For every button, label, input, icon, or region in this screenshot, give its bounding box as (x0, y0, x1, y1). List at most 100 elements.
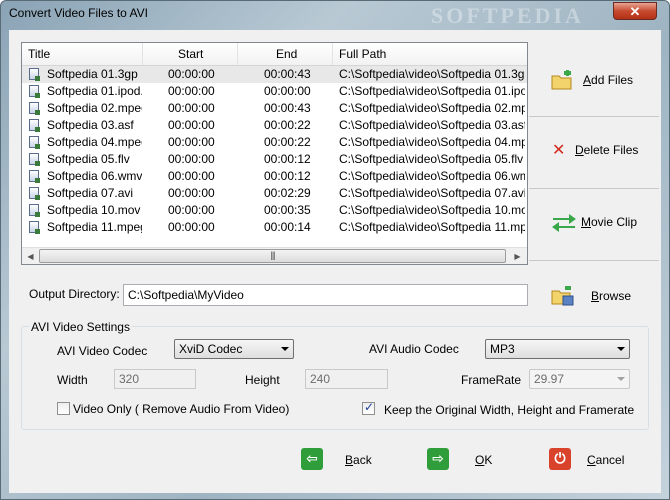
row-title: Softpedia 03.asf (47, 118, 134, 132)
video-file-icon (29, 204, 40, 217)
table-row[interactable]: Softpedia 04.mpeg 00:00:00 00:00:22 C:\Soft… (22, 134, 527, 151)
row-end: 00:00:43 (264, 101, 311, 115)
video-only-checkbox[interactable] (57, 402, 70, 415)
audio-codec-label: AVI Audio Codec (369, 342, 459, 356)
ok-label: K (484, 453, 493, 467)
row-start: 00:00:00 (168, 135, 215, 149)
softpedia-watermark: SOFTPEDIA (431, 3, 584, 28)
avi-settings-title: AVI Video Settings (29, 320, 132, 334)
back-label: ack (353, 453, 372, 467)
row-full-path: C:\Softpedia\video\Softpedia 02.mpeg (339, 101, 525, 115)
close-button[interactable]: ✕ (613, 2, 657, 20)
video-file-icon (29, 68, 40, 81)
height-label: Height (245, 373, 280, 387)
scroll-right-arrow-icon[interactable]: ▶ (509, 248, 526, 264)
row-start: 00:00:00 (168, 220, 215, 234)
browse-button[interactable]: Browse (551, 285, 651, 306)
delete-files-accel: D (575, 143, 584, 157)
row-end: 00:00:43 (264, 67, 311, 81)
row-end: 00:00:22 (264, 135, 311, 149)
row-start: 00:00:00 (168, 203, 215, 217)
keep-original-label[interactable]: Keep the Original Width, Height and Fram… (384, 403, 634, 417)
row-full-path: C:\Softpedia\video\Softpedia 01.ipod... (339, 84, 525, 98)
row-full-path: C:\Softpedia\video\Softpedia 05.flv (339, 152, 524, 166)
video-file-icon (29, 221, 40, 234)
row-start: 00:00:00 (168, 118, 215, 132)
ok-button[interactable]: ⇨ OK (427, 448, 497, 472)
video-codec-value: XviD Codec (179, 342, 243, 356)
video-file-icon (29, 136, 40, 149)
movie-clip-button[interactable]: Movie Clip (551, 212, 651, 232)
row-end: 00:00:22 (264, 118, 311, 132)
forward-arrow-icon: ⇨ (427, 448, 449, 470)
row-end: 00:00:35 (264, 203, 311, 217)
column-header-end[interactable]: End (238, 43, 333, 65)
row-full-path: C:\Softpedia\video\Softpedia 03.asf (339, 118, 525, 132)
video-file-icon (29, 102, 40, 115)
audio-codec-select[interactable]: MP3 (485, 339, 630, 359)
row-start: 00:00:00 (168, 152, 215, 166)
back-arrow-icon: ⇦ (301, 448, 323, 470)
swap-arrows-icon (552, 214, 576, 232)
output-directory-input[interactable]: C:\Softpedia\MyVideo (123, 284, 528, 306)
video-codec-label: AVI Video Codec (57, 344, 148, 358)
table-row[interactable]: Softpedia 01.3gp 00:00:00 00:00:43 C:\Softp… (22, 66, 527, 83)
row-start: 00:00:00 (168, 84, 215, 98)
title-bar[interactable]: Convert Video Files to AVI SOFTPEDIA ✕ (1, 1, 669, 28)
width-input[interactable]: 320 (114, 369, 196, 389)
add-files-button[interactable]: Add Files (551, 70, 651, 90)
cancel-button[interactable]: ⏻ Cancel (549, 448, 629, 472)
file-list-header: Title Start End Full Path (22, 43, 527, 66)
row-start: 00:00:00 (168, 67, 215, 81)
movie-clip-accel: M (581, 215, 591, 229)
row-title: Softpedia 01.3gp (47, 67, 138, 81)
delete-files-label: elete Files (583, 143, 639, 157)
ok-accel: O (475, 453, 485, 467)
column-header-full-path[interactable]: Full Path (333, 43, 527, 65)
table-row[interactable]: Softpedia 02.mpeg 00:00:00 00:00:43 C:\Soft… (22, 100, 527, 117)
row-full-path: C:\Softpedia\video\Softpedia 06.wmv (339, 169, 525, 183)
row-end: 00:00:12 (264, 152, 311, 166)
row-full-path: C:\Softpedia\video\Softpedia 11.mpeg (339, 220, 525, 234)
video-file-icon (29, 170, 40, 183)
video-only-label[interactable]: Video Only ( Remove Audio From Video) (73, 402, 289, 416)
cancel-accel: C (587, 453, 596, 467)
table-row[interactable]: Softpedia 07.avi 00:00:00 00:02:29 C:\Softp… (22, 185, 527, 202)
delete-files-button[interactable]: ✕ Delete Files (551, 140, 651, 160)
row-full-path: C:\Softpedia\video\Softpedia 07.avi (339, 186, 525, 200)
table-row[interactable]: Softpedia 01.ipod... 00:00:00 00:00:00 C:\S… (22, 83, 527, 100)
keep-original-checkbox[interactable] (362, 400, 375, 415)
horizontal-scrollbar[interactable]: ◀ ||| ▶ (22, 247, 527, 264)
column-header-start[interactable]: Start (143, 43, 238, 65)
cancel-label: ancel (595, 453, 625, 467)
side-separator (529, 116, 659, 117)
table-row[interactable]: Softpedia 10.mov 00:00:00 00:00:35 C:\Softp… (22, 202, 527, 219)
column-header-title[interactable]: Title (22, 43, 143, 65)
row-title: Softpedia 05.flv (47, 152, 130, 166)
movie-clip-label: ovie Clip (591, 215, 638, 229)
side-separator (529, 188, 659, 189)
row-end: 00:00:00 (264, 84, 311, 98)
table-row[interactable]: Softpedia 05.flv 00:00:00 00:00:12 C:\Softp… (22, 151, 527, 168)
video-codec-select[interactable]: XviD Codec (174, 339, 294, 359)
chevron-down-icon (281, 347, 289, 351)
table-row[interactable]: Softpedia 11.mpeg 00:00:00 00:00:14 C:\Soft… (22, 219, 527, 236)
framerate-value: 29.97 (534, 372, 565, 386)
video-file-icon (29, 187, 40, 200)
dialog-window: Convert Video Files to AVI SOFTPEDIA ✕ T… (0, 0, 670, 500)
back-button[interactable]: ⇦ Back (301, 448, 381, 472)
height-input[interactable]: 240 (305, 369, 388, 389)
scroll-left-arrow-icon[interactable]: ◀ (22, 248, 39, 264)
row-title: Softpedia 04.mpeg (47, 135, 142, 149)
file-list[interactable]: Title Start End Full Path Softpedia 01.3… (21, 42, 528, 265)
table-row[interactable]: Softpedia 06.wmv 00:00:00 00:00:12 C:\Softp… (22, 168, 527, 185)
row-start: 00:00:00 (168, 101, 215, 115)
row-title: Softpedia 10.mov (47, 203, 141, 217)
video-file-icon (29, 153, 40, 166)
scroll-thumb[interactable]: ||| (39, 249, 506, 263)
video-file-icon (29, 119, 40, 132)
table-row[interactable]: Softpedia 03.asf 00:00:00 00:00:22 C:\Softp… (22, 117, 527, 134)
row-full-path: C:\Softpedia\video\Softpedia 01.3gp (339, 67, 525, 81)
output-directory-label: Output Directory: (29, 287, 120, 301)
framerate-select[interactable]: 29.97 (529, 369, 630, 389)
